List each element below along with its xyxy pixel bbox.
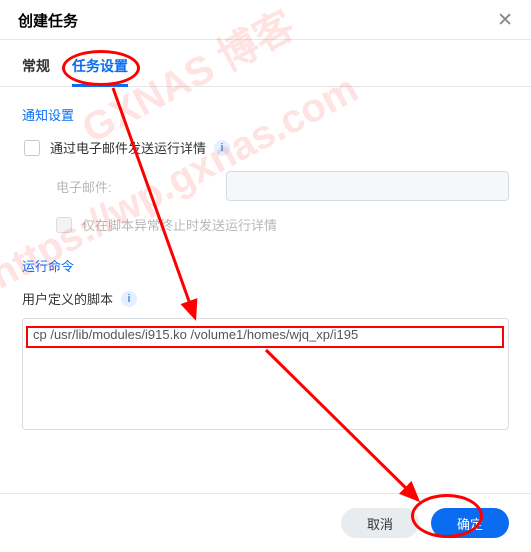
row-script-label: 用户定义的脚本 i (22, 289, 509, 308)
checkbox-only-on-error (56, 217, 72, 233)
dialog-header: 创建任务 ✕ (0, 0, 531, 40)
tab-task-settings[interactable]: 任务设置 (72, 56, 128, 86)
section-script-title: 运行命令 (22, 256, 509, 275)
tab-general[interactable]: 常规 (22, 56, 50, 86)
cancel-button[interactable]: 取消 (341, 508, 419, 538)
row-email-notify: 通过电子邮件发送运行详情 i (22, 138, 509, 157)
email-field[interactable] (226, 171, 509, 201)
script-textarea[interactable] (23, 319, 508, 430)
dialog-content: 通知设置 通过电子邮件发送运行详情 i 电子邮件: 仅在脚本异常终止时发送运行详… (0, 87, 531, 430)
ok-button[interactable]: 确定 (431, 508, 509, 538)
section-notification-title: 通知设置 (22, 105, 509, 124)
row-only-on-error: 仅在脚本异常终止时发送运行详情 (22, 215, 509, 234)
section-run-command: 运行命令 用户定义的脚本 i (22, 256, 509, 430)
row-email-address: 电子邮件: (22, 171, 509, 201)
dialog-footer: 取消 确定 (0, 493, 531, 552)
checkbox-email-notify[interactable] (24, 140, 40, 156)
tab-bar: 常规 任务设置 (0, 40, 531, 87)
label-email-notify: 通过电子邮件发送运行详情 (50, 138, 206, 157)
label-email-field: 电子邮件: (56, 177, 206, 196)
info-icon[interactable]: i (214, 140, 230, 156)
close-icon[interactable]: ✕ (495, 11, 515, 30)
label-only-on-error: 仅在脚本异常终止时发送运行详情 (82, 215, 277, 234)
label-script: 用户定义的脚本 (22, 289, 113, 308)
script-textarea-wrap (22, 318, 509, 430)
dialog-title: 创建任务 (18, 10, 78, 31)
info-icon[interactable]: i (121, 291, 137, 307)
